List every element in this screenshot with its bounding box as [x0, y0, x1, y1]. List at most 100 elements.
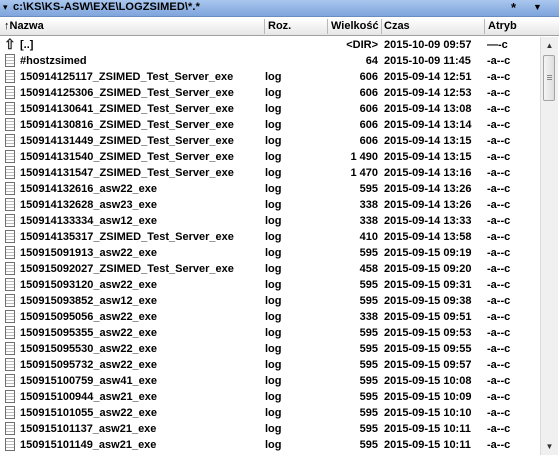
- file-icon: [5, 150, 15, 163]
- file-row[interactable]: 150914133334_asw12_exe log 338 2015-09-14 1…: [0, 213, 540, 229]
- file-row[interactable]: 150915100759_asw41_exe log 595 2015-09-15 1…: [0, 373, 540, 389]
- file-size: 595: [359, 439, 378, 451]
- file-row[interactable]: 150915091913_asw22_exe log 595 2015-09-15 0…: [0, 245, 540, 261]
- scroll-down-icon[interactable]: ▼: [541, 438, 558, 455]
- file-icon: [5, 374, 15, 387]
- file-size: 595: [359, 407, 378, 419]
- file-row[interactable]: 150914132628_asw23_exe log 338 2015-09-14 1…: [0, 197, 540, 213]
- column-divider[interactable]: [381, 19, 382, 34]
- drive-dropdown-icon[interactable]: ▾: [3, 2, 8, 13]
- column-ext[interactable]: Roz.: [268, 20, 291, 32]
- file-row[interactable]: 150915095355_asw22_exe log 595 2015-09-15 0…: [0, 325, 540, 341]
- column-date[interactable]: Czas: [384, 20, 410, 32]
- file-attr: -a--c: [487, 183, 511, 195]
- file-icon: [5, 310, 15, 323]
- file-icon: [5, 86, 15, 99]
- file-name: 150914130641_ZSIMED_Test_Server_exe: [20, 103, 234, 115]
- file-date: 2015-09-15 09:57: [384, 359, 472, 371]
- file-name: 150914130816_ZSIMED_Test_Server_exe: [20, 119, 234, 131]
- file-size: 595: [359, 359, 378, 371]
- file-icon: [5, 214, 15, 227]
- file-list[interactable]: ⇧ [..] <DIR> 2015-10-09 09:57 —-c #hostzsimed…: [0, 37, 540, 455]
- file-row[interactable]: 150914131547_ZSIMED_Test_Server_exe log 1 …: [0, 165, 540, 181]
- file-row[interactable]: 150914125306_ZSIMED_Test_Server_exe log 60…: [0, 85, 540, 101]
- file-name: 150915095056_asw22_exe: [20, 311, 158, 323]
- parent-dir-row[interactable]: ⇧ [..] <DIR> 2015-10-09 09:57 —-c: [0, 37, 540, 53]
- history-dropdown-icon[interactable]: ▼: [533, 2, 542, 12]
- column-size[interactable]: Wielkość: [331, 20, 379, 32]
- file-date: 2015-09-14 13:14: [384, 119, 472, 131]
- file-icon: [5, 70, 15, 83]
- file-ext: log: [265, 247, 282, 259]
- file-attr: -a--c: [487, 247, 511, 259]
- file-icon: [5, 262, 15, 275]
- file-date: 2015-09-15 09:53: [384, 327, 472, 339]
- file-attr: —-c: [487, 39, 508, 51]
- file-icon: [5, 102, 15, 115]
- file-attr: -a--c: [487, 311, 511, 323]
- column-attr[interactable]: Atryb: [488, 20, 517, 32]
- file-size: 606: [359, 71, 378, 83]
- file-ext: log: [265, 343, 282, 355]
- file-icon: [5, 438, 15, 451]
- file-ext: log: [265, 423, 282, 435]
- file-date: 2015-09-14 12:51: [384, 71, 472, 83]
- file-attr: -a--c: [487, 87, 511, 99]
- favorites-star-icon[interactable]: *: [511, 0, 516, 15]
- up-dir-icon: ⇧: [4, 37, 16, 52]
- file-name: 150914131449_ZSIMED_Test_Server_exe: [20, 135, 234, 147]
- file-date: 2015-09-15 10:10: [384, 407, 472, 419]
- file-name: 150915095530_asw22_exe: [20, 343, 158, 355]
- path-bar: ▾ c:\KS\KS-ASW\EXE\LOGZSIMED\*.* * ▼: [0, 0, 559, 17]
- current-path[interactable]: c:\KS\KS-ASW\EXE\LOGZSIMED\*.*: [13, 1, 200, 13]
- file-row[interactable]: 150915100944_asw21_exe log 595 2015-09-15 1…: [0, 389, 540, 405]
- file-attr: -a--c: [487, 375, 511, 387]
- file-row[interactable]: 150915092027_ZSIMED_Test_Server_exe log 45…: [0, 261, 540, 277]
- vertical-scrollbar[interactable]: ▲ ▼: [540, 37, 558, 455]
- file-date: 2015-10-09 09:57: [384, 39, 472, 51]
- file-name: 150914131547_ZSIMED_Test_Server_exe: [20, 167, 234, 179]
- file-date: 2015-09-15 09:55: [384, 343, 472, 355]
- file-attr: -a--c: [487, 151, 511, 163]
- file-row[interactable]: #hostzsimed 64 2015-10-09 11:45 -a--c: [0, 53, 540, 69]
- file-row[interactable]: 150915101137_asw21_exe log 595 2015-09-15 1…: [0, 421, 540, 437]
- file-row[interactable]: 150915093852_asw12_exe log 595 2015-09-15 0…: [0, 293, 540, 309]
- file-size: 606: [359, 103, 378, 115]
- file-row[interactable]: 150915101055_asw22_exe log 595 2015-09-15 1…: [0, 405, 540, 421]
- file-name: 150915095732_asw22_exe: [20, 359, 158, 371]
- file-row[interactable]: 150915095530_asw22_exe log 595 2015-09-15 0…: [0, 341, 540, 357]
- file-row[interactable]: 150914131540_ZSIMED_Test_Server_exe log 1 …: [0, 149, 540, 165]
- column-divider[interactable]: [264, 19, 265, 34]
- scroll-up-icon[interactable]: ▲: [541, 37, 558, 54]
- file-row[interactable]: 150914130816_ZSIMED_Test_Server_exe log 60…: [0, 117, 540, 133]
- file-size: <DIR>: [346, 39, 378, 51]
- file-row[interactable]: 150914132616_asw22_exe log 595 2015-09-14 1…: [0, 181, 540, 197]
- column-name[interactable]: ↑Nazwa: [4, 20, 44, 32]
- file-row[interactable]: 150915095056_asw22_exe log 338 2015-09-15 0…: [0, 309, 540, 325]
- file-ext: log: [265, 391, 282, 403]
- file-row[interactable]: 150914131449_ZSIMED_Test_Server_exe log 60…: [0, 133, 540, 149]
- file-name: 150914132616_asw22_exe: [20, 183, 158, 195]
- grip-line: [547, 75, 552, 76]
- column-divider[interactable]: [327, 19, 328, 34]
- file-row[interactable]: 150915095732_asw22_exe log 595 2015-09-15 0…: [0, 357, 540, 373]
- file-attr: -a--c: [487, 119, 511, 131]
- file-attr: -a--c: [487, 263, 511, 275]
- file-name: [..]: [20, 39, 34, 51]
- file-attr: -a--c: [487, 215, 511, 227]
- file-row[interactable]: 150915093120_asw22_exe log 595 2015-09-15 0…: [0, 277, 540, 293]
- file-name: 150914133334_asw12_exe: [20, 215, 158, 227]
- scroll-thumb[interactable]: [543, 55, 555, 101]
- file-row[interactable]: 150914125117_ZSIMED_Test_Server_exe log 60…: [0, 69, 540, 85]
- file-ext: log: [265, 375, 282, 387]
- file-ext: log: [265, 279, 282, 291]
- file-attr: -a--c: [487, 55, 511, 67]
- file-icon: [5, 198, 15, 211]
- file-size: 606: [359, 87, 378, 99]
- file-date: 2015-09-15 09:51: [384, 311, 472, 323]
- file-row[interactable]: 150914130641_ZSIMED_Test_Server_exe log 60…: [0, 101, 540, 117]
- column-divider[interactable]: [484, 19, 485, 34]
- file-row[interactable]: 150915101149_asw21_exe log 595 2015-09-15 1…: [0, 437, 540, 453]
- file-size: 595: [359, 343, 378, 355]
- file-row[interactable]: 150914135317_ZSIMED_Test_Server_exe log 41…: [0, 229, 540, 245]
